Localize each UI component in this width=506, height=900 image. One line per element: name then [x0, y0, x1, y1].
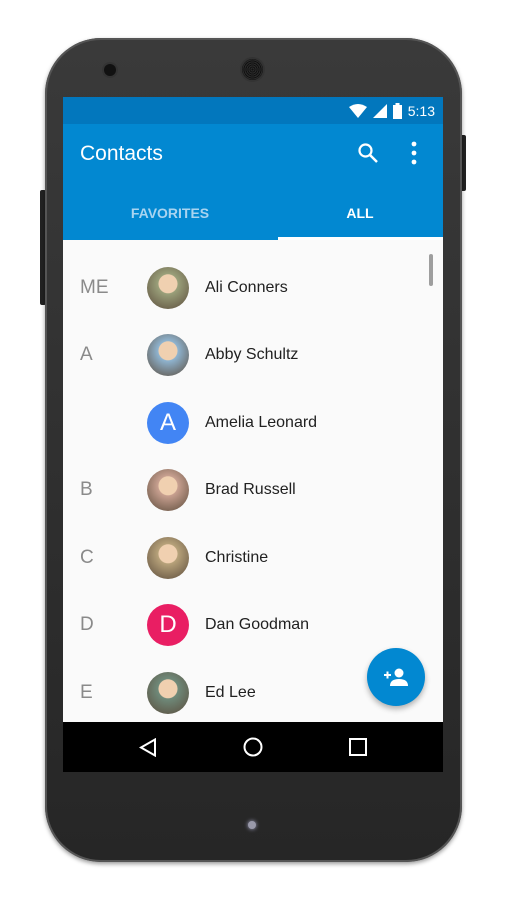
tab-favorites[interactable]: FAVORITES	[75, 205, 265, 221]
section-letter: A	[80, 344, 93, 365]
add-contact-button[interactable]	[367, 648, 425, 706]
contact-row[interactable]: C Christine	[63, 524, 423, 591]
contact-name: Abby Schultz	[205, 346, 299, 363]
scrollbar[interactable]	[429, 254, 433, 286]
avatar: D	[147, 604, 189, 646]
avatar	[147, 266, 189, 309]
navigation-bar	[63, 722, 443, 772]
battery-icon	[392, 102, 402, 119]
avatar	[147, 469, 189, 511]
avatar	[147, 671, 189, 714]
search-icon[interactable]	[357, 142, 379, 164]
avatar: A	[147, 401, 189, 444]
app-bar: Contacts FAVORITES ALL	[63, 124, 443, 240]
section-letter: E	[80, 681, 93, 703]
contact-row[interactable]: A Abby Schultz	[63, 322, 423, 389]
avatar	[147, 536, 189, 579]
front-camera	[104, 64, 116, 76]
tab-all[interactable]: ALL	[265, 205, 443, 221]
contact-name: Dan Goodman	[205, 616, 310, 633]
contact-row[interactable]: A Amelia Leonard	[63, 389, 423, 456]
section-letter: B	[80, 479, 93, 500]
page-title: Contacts	[80, 142, 163, 165]
contact-name: Ed Lee	[205, 683, 256, 701]
contact-row[interactable]: B Brad Russell	[63, 457, 423, 524]
recents-icon[interactable]	[349, 738, 367, 756]
notification-led	[248, 821, 256, 829]
contact-name: Christine	[205, 548, 269, 566]
section-letter: C	[80, 546, 94, 568]
avatar	[147, 334, 189, 376]
status-bar: 5:13	[63, 97, 443, 124]
section-letter: ME	[80, 276, 109, 298]
contact-name: Brad Russell	[205, 481, 296, 498]
section-letter: D	[80, 614, 94, 635]
signal-icon	[372, 103, 387, 118]
clock: 5:13	[407, 102, 435, 119]
screen: 5:13 Contacts FAVORITES ALL ME Ali Conne…	[63, 97, 443, 772]
tab-indicator	[278, 237, 443, 240]
back-icon[interactable]	[139, 738, 157, 757]
more-vert-icon[interactable]	[411, 141, 417, 165]
home-icon[interactable]	[243, 737, 263, 757]
contact-row[interactable]: D D Dan Goodman	[63, 592, 423, 659]
contact-name: Amelia Leonard	[205, 413, 318, 431]
wifi-icon	[348, 103, 367, 118]
contact-name: Ali Conners	[205, 278, 288, 296]
contact-row[interactable]: ME Ali Conners	[63, 254, 423, 321]
earpiece-speaker	[242, 59, 263, 80]
add-person-icon	[384, 668, 408, 686]
